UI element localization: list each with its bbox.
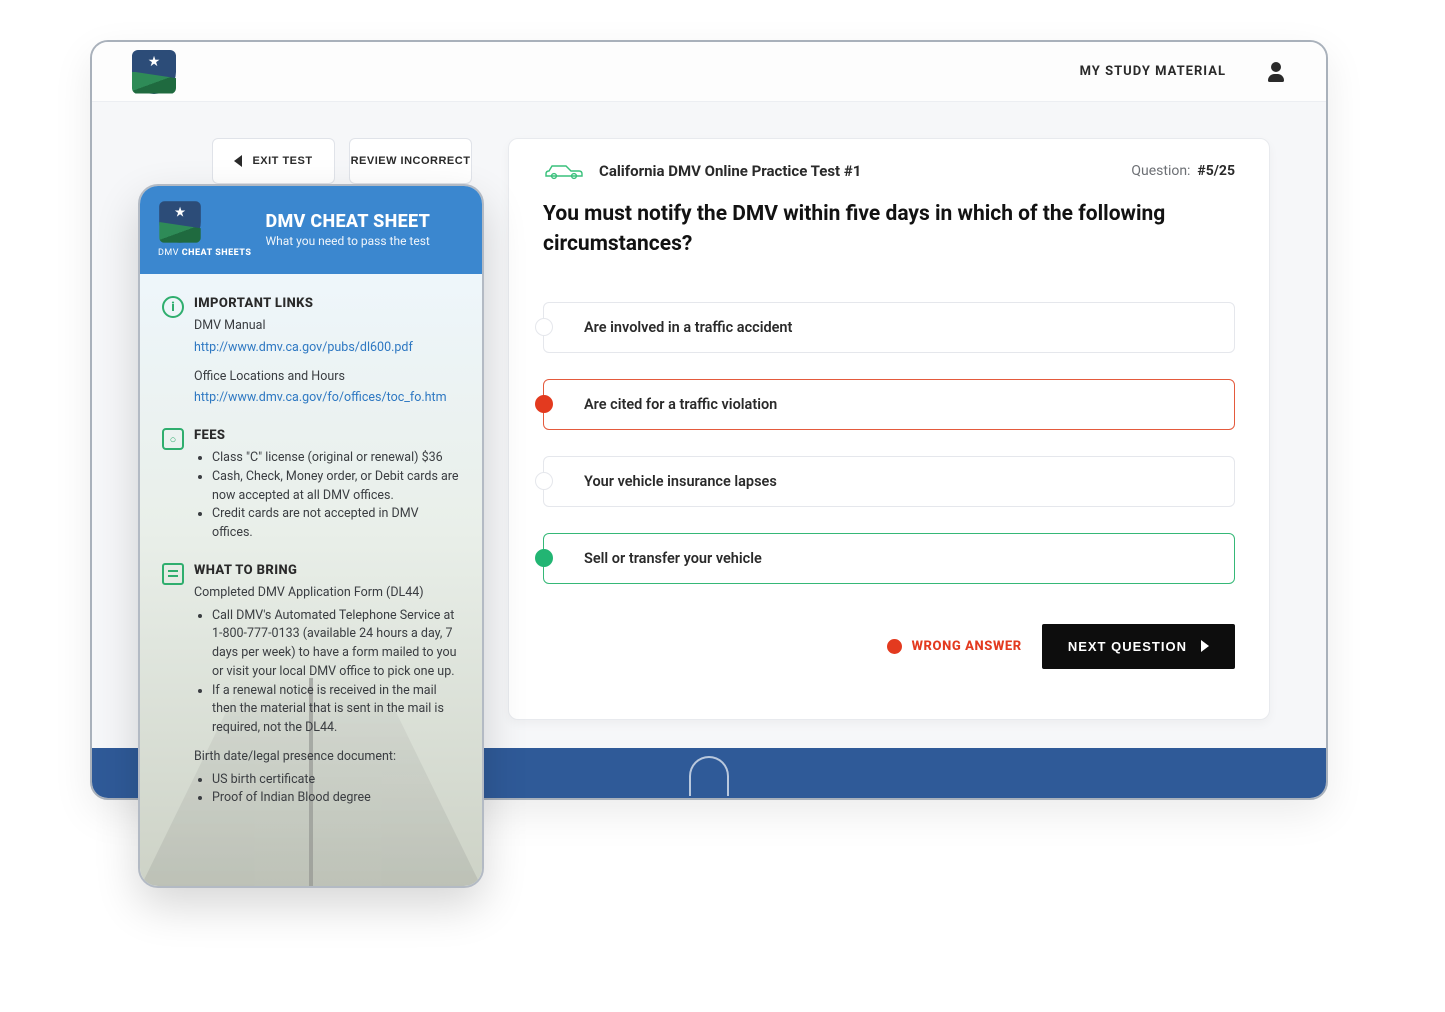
link-label: Office Locations and Hours xyxy=(194,368,460,387)
exit-test-button[interactable]: EXIT TEST xyxy=(212,138,335,184)
info-icon: i xyxy=(162,296,184,318)
mobile-brandline: DMV CHEAT SHEETS xyxy=(158,248,251,258)
dot-icon xyxy=(887,639,902,654)
mobile-overlay: DMV CHEAT SHEETS DMV CHEAT SHEET What yo… xyxy=(138,184,484,888)
answer-text: Are cited for a traffic violation xyxy=(584,396,777,413)
user-icon[interactable] xyxy=(1266,62,1286,82)
quiz-progress: Question: #5/25 xyxy=(1131,163,1235,179)
next-question-button[interactable]: NEXT QUESTION xyxy=(1042,624,1235,669)
quiz-title: California DMV Online Practice Test #1 xyxy=(599,162,861,180)
chevron-left-icon xyxy=(234,155,242,167)
answer-option[interactable]: Your vehicle insurance lapses xyxy=(543,456,1235,507)
car-icon xyxy=(543,161,585,181)
section-fees: ○ FEES Class "C" license (original or re… xyxy=(162,428,460,543)
section-heading: IMPORTANT LINKS xyxy=(194,296,460,311)
review-incorrect-label: REVIEW INCORRECT xyxy=(351,155,471,167)
answer-option[interactable]: Are involved in a traffic accident xyxy=(543,302,1235,353)
topbar: MY STUDY MATERIAL xyxy=(92,42,1326,102)
list-item: Credit cards are not accepted in DMV off… xyxy=(212,505,460,543)
list-item: Call DMV's Automated Telephone Service a… xyxy=(212,607,460,682)
wrong-answer-badge: WRONG ANSWER xyxy=(887,639,1022,654)
brand-shield-icon xyxy=(159,201,201,243)
list-item: Cash, Check, Money order, or Debit cards… xyxy=(212,468,460,506)
quiz-card: California DMV Online Practice Test #1 Q… xyxy=(508,138,1270,720)
document-icon xyxy=(162,563,184,585)
next-question-label: NEXT QUESTION xyxy=(1068,639,1187,654)
radio-icon xyxy=(535,472,553,490)
mobile-body: i IMPORTANT LINKS DMV Manual http://www.… xyxy=(140,274,482,888)
bring-intro: Completed DMV Application Form (DL44) xyxy=(194,584,460,603)
chevron-right-icon xyxy=(1201,640,1209,652)
money-icon: ○ xyxy=(162,428,184,450)
answer-text: Are involved in a traffic accident xyxy=(584,319,792,336)
radio-icon xyxy=(535,395,553,413)
list-item: US birth certificate xyxy=(212,771,460,790)
link-label: DMV Manual xyxy=(194,317,460,336)
section-heading: FEES xyxy=(194,428,460,443)
list-item: Class "C" license (original or renewal) … xyxy=(212,449,460,468)
office-locations-link[interactable]: http://www.dmv.ca.gov/fo/offices/toc_fo.… xyxy=(194,390,447,405)
mobile-header: DMV CHEAT SHEETS DMV CHEAT SHEET What yo… xyxy=(140,186,482,274)
question-text: You must notify the DMV within five days… xyxy=(543,199,1235,260)
list-item: If a renewal notice is received in the m… xyxy=(212,682,460,738)
section-heading: WHAT TO BRING xyxy=(194,563,460,578)
radio-icon xyxy=(535,549,553,567)
review-incorrect-button[interactable]: REVIEW INCORRECT xyxy=(349,138,472,184)
exit-test-label: EXIT TEST xyxy=(252,155,312,167)
answer-list: Are involved in a traffic accident Are c… xyxy=(543,302,1235,584)
arc-icon xyxy=(689,756,729,796)
radio-icon xyxy=(535,318,553,336)
answer-text: Sell or transfer your vehicle xyxy=(584,550,762,567)
nav-my-study-material[interactable]: MY STUDY MATERIAL xyxy=(1080,64,1226,79)
brand-shield-icon xyxy=(132,50,176,94)
answer-option-correct[interactable]: Sell or transfer your vehicle xyxy=(543,533,1235,584)
mobile-title: DMV CHEAT SHEET xyxy=(265,211,430,232)
answer-text: Your vehicle insurance lapses xyxy=(584,473,777,490)
answer-option-selected-wrong[interactable]: Are cited for a traffic violation xyxy=(543,379,1235,430)
section-important-links: i IMPORTANT LINKS DMV Manual http://www.… xyxy=(162,296,460,408)
dmv-manual-link[interactable]: http://www.dmv.ca.gov/pubs/dl600.pdf xyxy=(194,340,413,355)
birth-label: Birth date/legal presence document: xyxy=(194,748,460,767)
section-what-to-bring: WHAT TO BRING Completed DMV Application … xyxy=(162,563,460,808)
mobile-subtitle: What you need to pass the test xyxy=(265,234,430,248)
list-item: Proof of Indian Blood degree xyxy=(212,789,460,808)
